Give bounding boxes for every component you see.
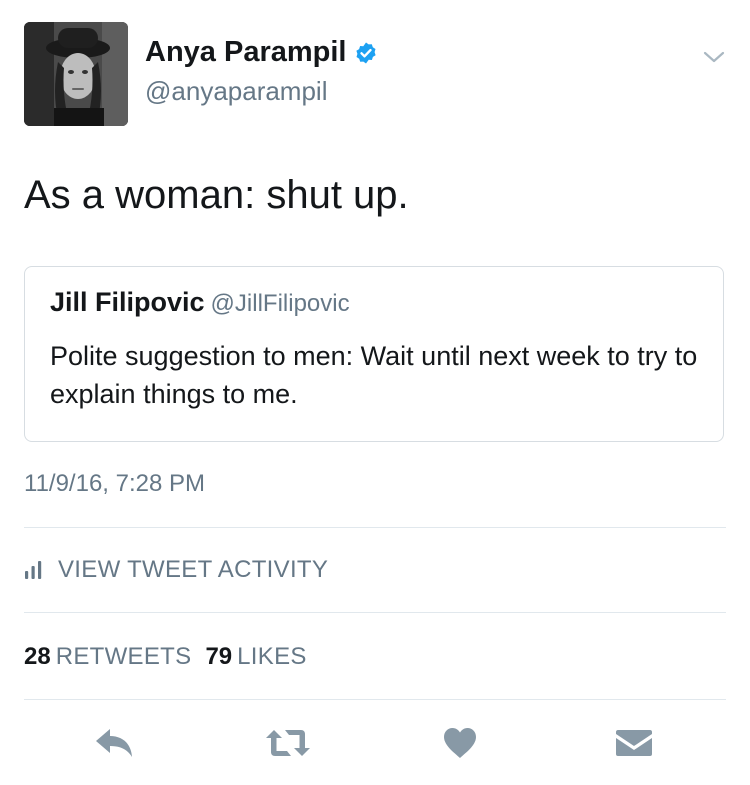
author-name[interactable]: Anya Parampil [145, 38, 378, 67]
quoted-author-handle: @JillFilipovic [210, 290, 350, 317]
reply-icon [96, 729, 132, 757]
divider [24, 699, 726, 700]
retweet-button[interactable] [264, 726, 312, 760]
direct-message-icon [616, 730, 652, 756]
tweet-stats: 28 RETWEETS 79 LIKES [24, 645, 307, 669]
verified-badge-icon [356, 42, 377, 63]
divider [24, 612, 726, 613]
tweet-text: As a woman: shut up. [24, 173, 409, 217]
like-button[interactable] [442, 726, 478, 760]
retweets-count: 28 [24, 643, 51, 670]
bar-chart-icon [25, 561, 42, 579]
profile-photo [24, 22, 128, 126]
reply-button[interactable] [94, 726, 136, 760]
retweets-label: RETWEETS [55, 643, 192, 670]
likes-count: 79 [205, 643, 233, 670]
tweet-timestamp: 11/9/16, 7:28 PM [24, 470, 206, 497]
like-icon [444, 728, 476, 758]
likes-stat[interactable]: 79 LIKES [205, 643, 306, 670]
avatar[interactable] [24, 22, 128, 126]
author-handle[interactable]: @anyaparampil [145, 78, 327, 104]
view-tweet-activity-link[interactable]: VIEW TWEET ACTIVITY [24, 558, 328, 582]
quoted-tweet-header: Jill Filipovic @JillFilipovic [50, 289, 350, 316]
divider [24, 527, 726, 528]
retweet-icon [266, 730, 310, 756]
quoted-tweet[interactable]: Jill Filipovic @JillFilipovic Polite sugg… [24, 266, 724, 442]
quoted-tweet-text: Polite suggestion to men: Wait until nex… [50, 341, 698, 409]
likes-label: LIKES [237, 643, 307, 670]
author-name-text[interactable]: Anya Parampil [145, 38, 346, 67]
chevron-down-icon[interactable] [702, 48, 726, 66]
quoted-author-name: Jill Filipovic [50, 287, 205, 317]
retweets-stat[interactable]: 28 RETWEETS [24, 643, 191, 670]
direct-message-button[interactable] [614, 726, 654, 760]
view-tweet-activity-label[interactable]: VIEW TWEET ACTIVITY [58, 558, 328, 582]
